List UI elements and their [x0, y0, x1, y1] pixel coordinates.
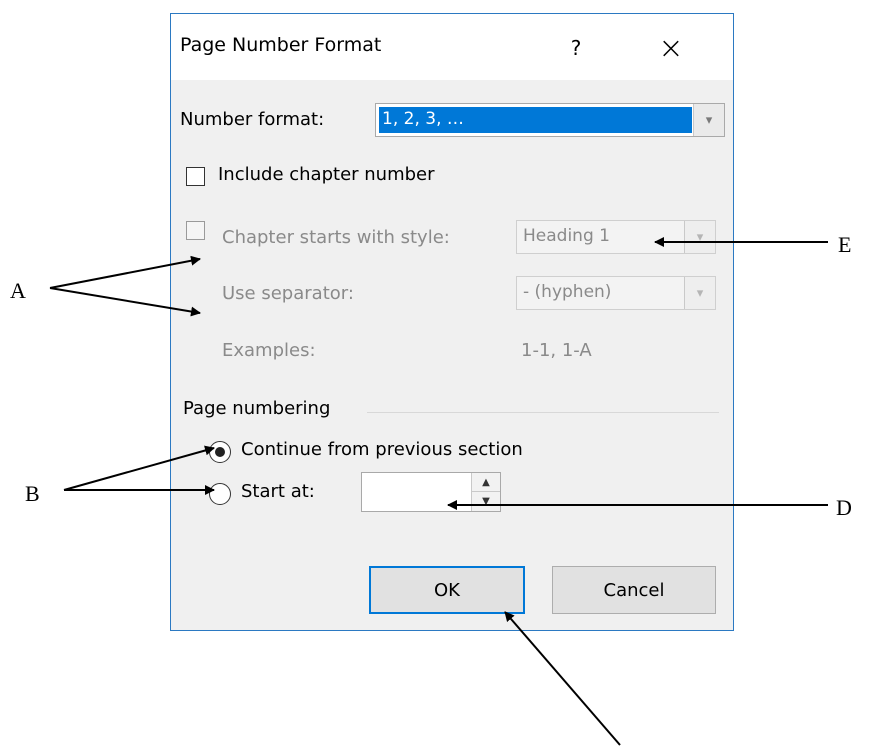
arrow-ok	[504, 611, 621, 746]
arrow-b-continue	[63, 445, 215, 491]
arrow-a-style	[49, 287, 201, 317]
arrow-a-include	[49, 255, 201, 289]
annotation-arrows	[49, 237, 828, 746]
